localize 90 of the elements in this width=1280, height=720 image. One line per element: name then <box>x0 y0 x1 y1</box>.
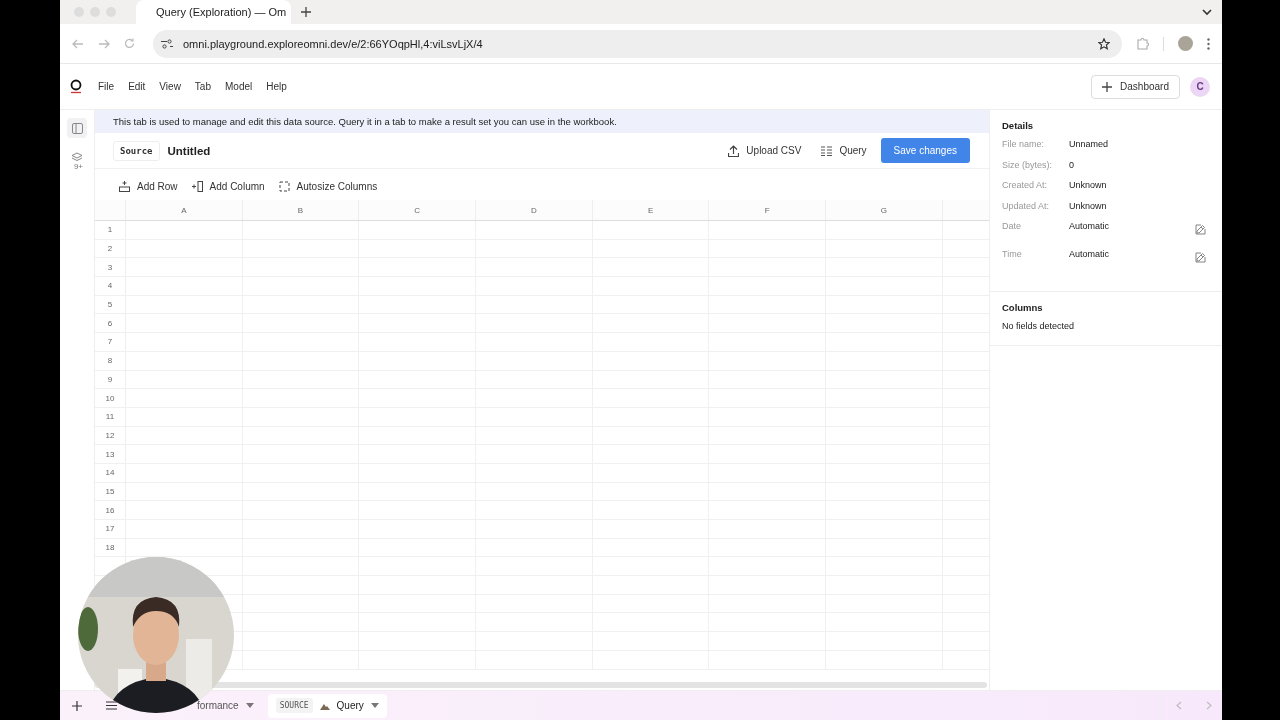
row-number: 3 <box>95 258 126 277</box>
sheet-tab[interactable]: SOURCE Query <box>267 693 387 718</box>
autosize-icon <box>278 181 290 192</box>
row-number: 5 <box>95 295 126 314</box>
upload-button[interactable]: Upload CSV <box>722 144 808 157</box>
caret-icon[interactable] <box>245 703 254 708</box>
user-avatar[interactable]: C <box>1190 76 1210 97</box>
empty-message: No fields detected <box>1002 321 1076 331</box>
info-banner: This tab is used to manage and edit this data source. Query it in a tab to make a result set you can use in the workbook. <box>95 110 989 133</box>
browser-tab[interactable]: Query (Exploration) — Om <box>136 0 291 24</box>
dashboard-button[interactable]: Dashboard <box>1091 74 1180 99</box>
puzzle-icon[interactable] <box>1136 37 1149 50</box>
address-bar[interactable]: omni.playground.exploreomni.dev/e/2:66YOqpHl,4:viLsvLjX/4 <box>153 29 1122 58</box>
row-number: 14 <box>95 463 126 482</box>
row-number: 1 <box>95 221 126 239</box>
site-settings-icon[interactable] <box>161 38 173 49</box>
profile-avatar[interactable] <box>1178 36 1193 51</box>
menu-item[interactable]: Model <box>225 81 253 92</box>
column-header[interactable]: D <box>476 200 593 220</box>
field-value: Unknown <box>1069 200 1108 211</box>
bookmark-star-icon[interactable] <box>1098 37 1110 50</box>
column-header[interactable]: B <box>242 200 360 220</box>
field-label: Created At: <box>1002 180 1049 190</box>
row-number: 8 <box>95 351 126 370</box>
field-label: Date <box>1002 221 1022 231</box>
field-label: Time <box>1002 249 1023 259</box>
column-header[interactable]: E <box>592 200 710 220</box>
row-number: 10 <box>95 389 126 407</box>
field-label: Size (bytes): <box>1002 159 1053 170</box>
edit-icon[interactable] <box>1195 224 1206 235</box>
column-header[interactable]: A <box>126 200 243 220</box>
row-number: 7 <box>95 333 126 351</box>
column-header[interactable]: F <box>709 200 827 220</box>
more-icon[interactable] <box>1207 37 1210 50</box>
plus-icon <box>1102 81 1113 92</box>
row-number: 6 <box>95 314 126 333</box>
menu-item[interactable]: Edit <box>128 81 146 92</box>
row-number: 9 <box>95 370 126 389</box>
field-value: Automatic <box>1069 249 1111 259</box>
row-number: 4 <box>95 277 126 295</box>
toolbar-button[interactable]: Autosize Columns <box>274 181 382 192</box>
row-number: 18 <box>95 538 126 557</box>
row-number: 13 <box>95 445 126 463</box>
row-number: 11 <box>95 407 126 426</box>
edit-icon[interactable] <box>1195 252 1206 263</box>
layers-icon[interactable] <box>71 152 83 163</box>
source-title: Untitled <box>167 144 211 157</box>
url-text: omni.playground.exploreomni.dev/e/2:66YOqpHl,4:viLsvLjX/4 <box>183 37 483 50</box>
field-label: Updated At: <box>1002 200 1051 211</box>
back-icon[interactable] <box>72 38 84 49</box>
toolbar-button[interactable]: Add Column <box>187 181 269 192</box>
list-icon <box>821 145 833 156</box>
new-tab-icon[interactable] <box>301 7 311 17</box>
column-header[interactable]: G <box>826 200 943 220</box>
columns-heading: Columns <box>1002 302 1044 313</box>
field-value: 0 <box>1069 159 1075 170</box>
sidebar-panel-icon <box>71 122 83 134</box>
tab-list-icon[interactable] <box>1202 8 1212 16</box>
save-button[interactable]: Save changes <box>880 138 970 163</box>
menu-item[interactable]: Tab <box>194 81 211 92</box>
menu-item[interactable]: Help <box>266 81 287 92</box>
add-tab-icon[interactable] <box>72 700 82 711</box>
add-column-icon <box>191 181 203 192</box>
app-logo-icon[interactable] <box>70 79 82 94</box>
toolbar-button[interactable]: Add Row <box>115 181 182 192</box>
forward-icon[interactable] <box>98 38 110 49</box>
count-label: 9+ <box>73 162 83 171</box>
row-number: 12 <box>95 426 126 445</box>
row-number: 16 <box>95 501 126 519</box>
field-value: Automatic <box>1069 221 1111 231</box>
row-number: 17 <box>95 520 126 538</box>
reload-icon[interactable] <box>124 38 135 49</box>
menu-icon[interactable] <box>106 701 117 710</box>
upload-icon <box>728 144 740 157</box>
field-value: Unknown <box>1069 180 1108 190</box>
details-heading: Details <box>1002 120 1035 131</box>
add-row-icon <box>119 181 130 192</box>
panel-toggle-button[interactable] <box>67 118 87 138</box>
field-label: File name: <box>1002 139 1046 149</box>
column-header[interactable]: C <box>359 200 477 220</box>
row-number: 2 <box>95 239 126 258</box>
caret-icon[interactable] <box>370 703 379 708</box>
row-number: 15 <box>95 482 126 501</box>
sheet-tab[interactable]: formance <box>197 698 254 713</box>
menu-item[interactable]: File <box>98 81 115 92</box>
field-value: Unnamed <box>1069 139 1110 149</box>
source-badge: Source <box>113 140 160 161</box>
source-label: SOURCE <box>275 698 313 713</box>
query-button[interactable]: Query <box>815 145 873 156</box>
menu-item[interactable]: View <box>159 81 181 92</box>
